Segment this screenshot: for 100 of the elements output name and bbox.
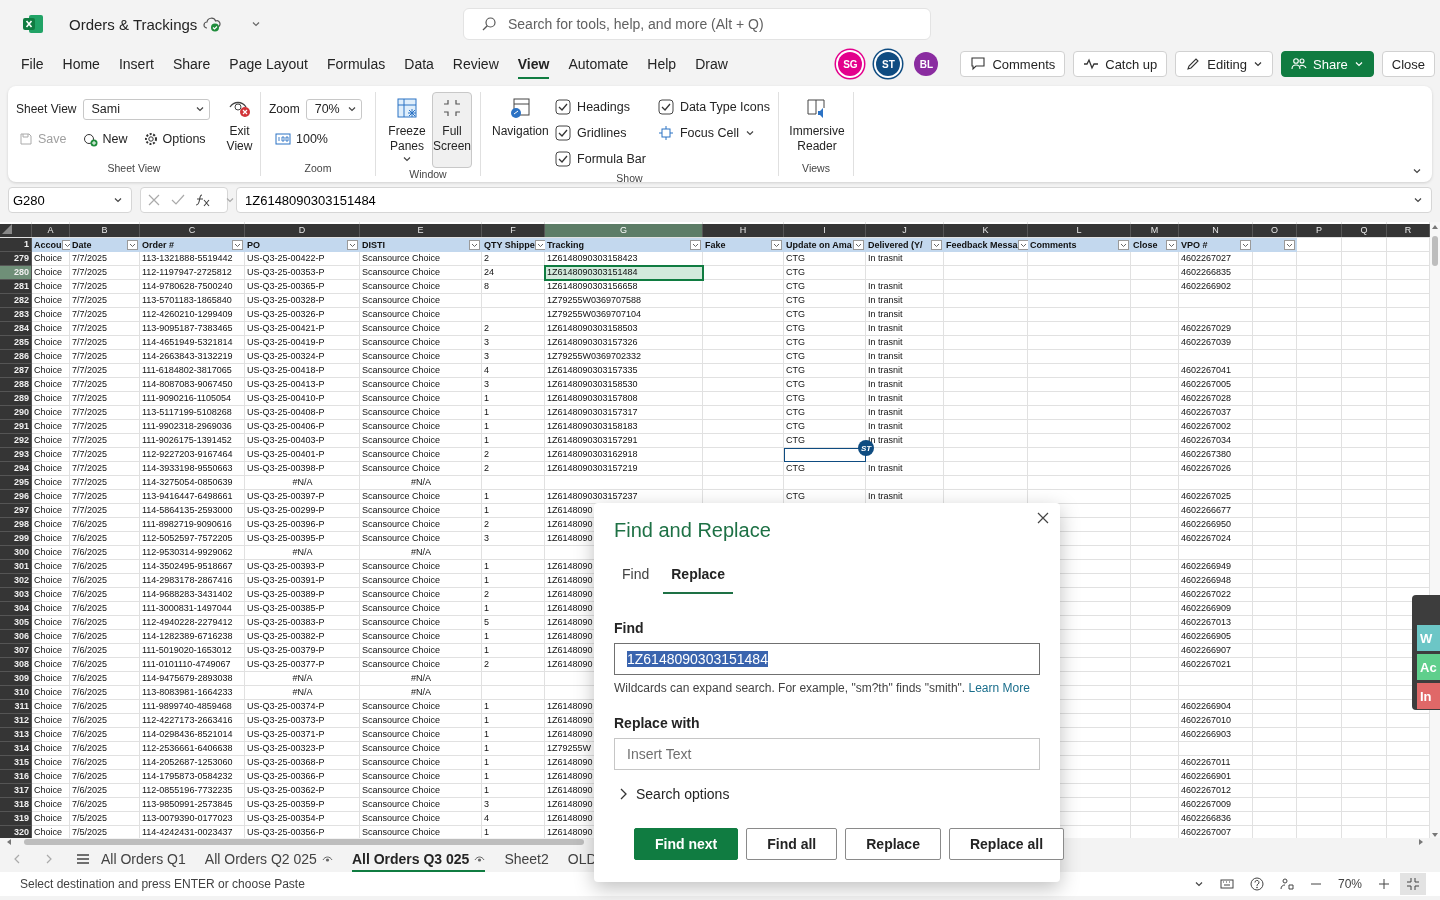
- column-letter[interactable]: I: [784, 224, 866, 237]
- replace-field[interactable]: Insert Text: [614, 738, 1040, 770]
- filter-button[interactable]: [1166, 240, 1177, 250]
- keyboard-icon[interactable]: [1219, 878, 1234, 890]
- table-cell: Scansource Choice: [362, 589, 441, 599]
- column-letter[interactable]: K: [944, 224, 1028, 237]
- menu-tab[interactable]: Review: [452, 49, 499, 79]
- user-avatar[interactable]: BL: [914, 52, 939, 76]
- zoom-in-icon[interactable]: [1378, 878, 1390, 890]
- filter-button[interactable]: [1284, 240, 1295, 250]
- checkbox[interactable]: Data Type Icons: [657, 94, 770, 120]
- find-field[interactable]: 1Z6148090303151484: [614, 643, 1040, 675]
- filter-button[interactable]: [771, 240, 782, 250]
- column-letter[interactable]: D: [245, 224, 360, 237]
- menu-icon[interactable]: [76, 853, 90, 865]
- column-letter[interactable]: G: [545, 224, 703, 237]
- menu-tab[interactable]: Draw: [695, 49, 728, 79]
- menu-tab[interactable]: View: [517, 49, 550, 79]
- column-letter[interactable]: B: [70, 224, 140, 237]
- filter-button[interactable]: [127, 240, 138, 250]
- column-letter[interactable]: O: [1253, 224, 1297, 237]
- sheet-tab[interactable]: Sheet2: [504, 846, 549, 872]
- accessibility-icon[interactable]: [1279, 877, 1294, 891]
- filter-button[interactable]: [469, 240, 480, 250]
- dialog-button[interactable]: Replace: [845, 828, 941, 860]
- column-letter[interactable]: L: [1028, 224, 1131, 237]
- freeze-panes-button[interactable]: Freeze Panes: [384, 92, 430, 168]
- menu-tab[interactable]: Home: [62, 49, 100, 79]
- search-field[interactable]: Search for tools, help, and more (Alt + Q): [463, 8, 931, 40]
- comments-button[interactable]: Comments: [960, 51, 1066, 77]
- close-button[interactable]: Close: [1381, 51, 1435, 77]
- new-button[interactable]: New: [82, 131, 128, 147]
- menu-tab[interactable]: Insert: [118, 49, 154, 79]
- filter-button[interactable]: [1017, 240, 1028, 250]
- catchup-button[interactable]: Catch up: [1073, 51, 1168, 77]
- filter-button[interactable]: [534, 240, 545, 250]
- menu-tab[interactable]: Help: [647, 49, 677, 79]
- editing-button[interactable]: Editing: [1175, 51, 1274, 77]
- view-dropdown[interactable]: Sami: [82, 98, 210, 120]
- zoom-reset-button[interactable]: 100%: [275, 132, 328, 146]
- column-letter[interactable]: F: [482, 224, 545, 237]
- column-letter[interactable]: H: [703, 224, 784, 237]
- column-letter[interactable]: C: [140, 224, 245, 237]
- dialog-tab[interactable]: Replace: [663, 558, 733, 594]
- column-letter[interactable]: N: [1179, 224, 1253, 237]
- dialog-button[interactable]: Replace all: [948, 828, 1065, 860]
- menu-tab[interactable]: Page Layout: [229, 49, 308, 79]
- filter-button[interactable]: [931, 240, 942, 250]
- column-letter[interactable]: J: [866, 224, 944, 237]
- sheet-tab[interactable]: All Orders Q2 025: [204, 846, 333, 872]
- column-letter[interactable]: R: [1387, 224, 1430, 237]
- close-button[interactable]: [1036, 511, 1050, 525]
- name-box[interactable]: G280: [8, 187, 132, 213]
- share-button[interactable]: Share: [1281, 51, 1374, 77]
- full-screen-button[interactable]: Full Screen: [432, 92, 472, 168]
- sheet-tab[interactable]: All Orders Q1: [101, 846, 186, 872]
- column-letter[interactable]: Q: [1342, 224, 1387, 237]
- menu-tab[interactable]: Data: [404, 49, 434, 79]
- filter-button[interactable]: [1240, 240, 1251, 250]
- options-button[interactable]: Options: [143, 132, 206, 146]
- filter-button[interactable]: [232, 240, 243, 250]
- menu-tab[interactable]: Share: [172, 49, 211, 79]
- column-letter[interactable]: P: [1297, 224, 1342, 237]
- filter-button[interactable]: [690, 240, 701, 250]
- column-letter[interactable]: M: [1131, 224, 1179, 237]
- user-avatar[interactable]: ST: [876, 52, 901, 76]
- user-avatar[interactable]: SG: [838, 52, 863, 76]
- table-cell: Scansource Choice: [362, 631, 441, 641]
- table-cell: 113-1321888-5519442: [142, 253, 233, 263]
- help-icon[interactable]: [1249, 877, 1264, 891]
- checkbox[interactable]: Headings: [555, 94, 646, 120]
- column-letter[interactable]: A: [32, 224, 70, 237]
- filter-button[interactable]: [1118, 240, 1129, 250]
- chevron-down-icon: [251, 19, 262, 29]
- row-number: 317: [0, 784, 32, 798]
- focus-cell-button[interactable]: Focus Cell: [657, 120, 770, 146]
- primary-button[interactable]: Find next: [634, 828, 739, 860]
- table-cell: 1Z6148090303158423: [547, 253, 638, 263]
- menu-tab[interactable]: File: [21, 49, 44, 79]
- learn-more-link[interactable]: Learn More: [968, 681, 1030, 695]
- immersive-reader-button[interactable]: Immersive Reader: [787, 92, 847, 158]
- dialog-button[interactable]: Find all: [746, 828, 838, 860]
- table-cell: 1Z6148090: [547, 785, 593, 795]
- table-cell: US-Q3-25-00323-P: [247, 743, 325, 753]
- scrollbar-thumb[interactable]: [1432, 236, 1438, 266]
- zoom-dropdown[interactable]: 70%: [305, 98, 362, 120]
- table-cell: 3: [484, 379, 489, 389]
- menu-tab[interactable]: Formulas: [326, 49, 386, 79]
- exit-view-button[interactable]: Exit View: [223, 92, 256, 158]
- checkbox[interactable]: Formula Bar: [555, 146, 646, 172]
- filter-button[interactable]: [347, 240, 358, 250]
- dialog-tab[interactable]: Find: [614, 558, 658, 594]
- scrollbar-thumb[interactable]: [24, 839, 584, 845]
- checkbox[interactable]: Gridlines: [555, 120, 646, 146]
- search-options-toggle[interactable]: Search options: [614, 786, 734, 802]
- menu-tab[interactable]: Automate: [568, 49, 629, 79]
- formula-field[interactable]: 1Z6148090303151484: [236, 187, 1432, 213]
- column-letter[interactable]: E: [360, 224, 482, 237]
- navigation-button[interactable]: Navigation: [489, 92, 552, 143]
- filter-button[interactable]: [853, 240, 864, 250]
